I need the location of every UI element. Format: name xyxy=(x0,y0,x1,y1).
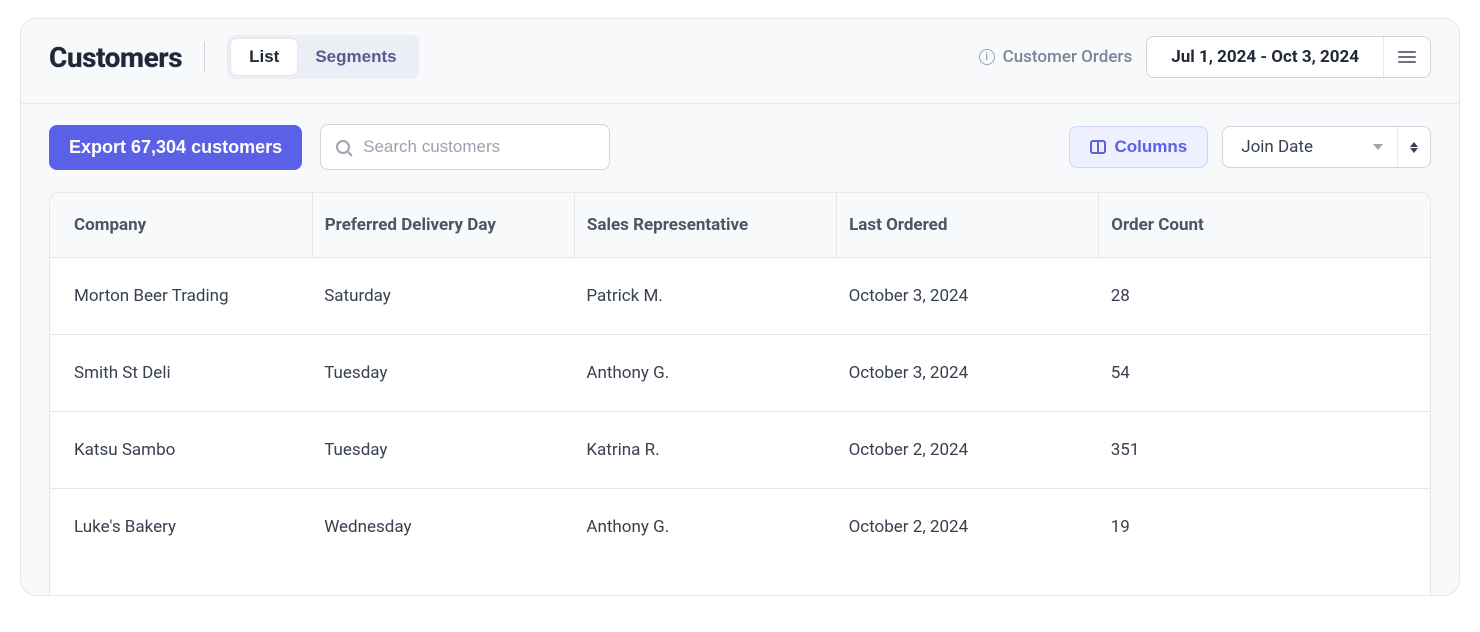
col-company[interactable]: Company xyxy=(50,193,312,258)
columns-label: Columns xyxy=(1114,137,1187,157)
date-range-button[interactable]: Jul 1, 2024 - Oct 3, 2024 xyxy=(1147,37,1383,77)
view-tabs: List Segments xyxy=(227,35,418,79)
search-icon xyxy=(336,140,350,154)
cell-rep: Anthony G. xyxy=(574,489,836,566)
cell-count: 54 xyxy=(1099,335,1430,412)
cell-rep: Katrina R. xyxy=(574,412,836,489)
table-row[interactable]: Morton Beer TradingSaturdayPatrick M.Oct… xyxy=(50,258,1430,335)
table-header-row: Company Preferred Delivery Day Sales Rep… xyxy=(50,193,1430,258)
table-row[interactable]: Luke's BakeryWednesdayAnthony G.October … xyxy=(50,489,1430,566)
cell-day: Tuesday xyxy=(312,412,574,489)
date-range-control: Jul 1, 2024 - Oct 3, 2024 xyxy=(1146,36,1431,78)
columns-button[interactable]: Columns xyxy=(1069,126,1208,168)
header-right: i Customer Orders Jul 1, 2024 - Oct 3, 2… xyxy=(979,36,1431,78)
cell-company: Morton Beer Trading xyxy=(50,258,312,335)
cell-last: October 2, 2024 xyxy=(837,412,1099,489)
cell-count: 19 xyxy=(1099,489,1430,566)
col-sales-rep[interactable]: Sales Representative xyxy=(574,193,836,258)
cell-count: 28 xyxy=(1099,258,1430,335)
customers-panel: Customers List Segments i Customer Order… xyxy=(20,18,1460,596)
sort-label-text: Join Date xyxy=(1241,137,1313,157)
toolbar-right: Columns Join Date xyxy=(1069,126,1431,168)
panel-header: Customers List Segments i Customer Order… xyxy=(21,19,1459,104)
date-range-menu-button[interactable] xyxy=(1383,37,1430,77)
cell-day: Tuesday xyxy=(312,335,574,412)
toolbar: Export 67,304 customers Columns Join Dat… xyxy=(21,104,1459,192)
cell-rep: Patrick M. xyxy=(574,258,836,335)
divider xyxy=(204,42,205,72)
cell-company: Luke's Bakery xyxy=(50,489,312,566)
table-row[interactable]: Katsu SamboTuesdayKatrina R.October 2, 2… xyxy=(50,412,1430,489)
sort-control: Join Date xyxy=(1222,126,1431,168)
table-row[interactable]: Smith St DeliTuesdayAnthony G.October 3,… xyxy=(50,335,1430,412)
chevron-down-icon xyxy=(1373,144,1383,150)
sort-down-icon xyxy=(1410,148,1418,153)
list-icon xyxy=(1398,51,1416,63)
columns-icon xyxy=(1090,140,1106,154)
customers-table-wrap: Company Preferred Delivery Day Sales Rep… xyxy=(49,192,1431,595)
orders-meta: i Customer Orders xyxy=(979,47,1133,67)
sort-dropdown[interactable]: Join Date xyxy=(1223,127,1397,167)
customers-table: Company Preferred Delivery Day Sales Rep… xyxy=(50,193,1430,565)
cell-last: October 2, 2024 xyxy=(837,489,1099,566)
export-button[interactable]: Export 67,304 customers xyxy=(49,125,302,170)
info-icon: i xyxy=(979,49,995,65)
cell-count: 351 xyxy=(1099,412,1430,489)
cell-last: October 3, 2024 xyxy=(837,258,1099,335)
col-last-ordered[interactable]: Last Ordered xyxy=(837,193,1099,258)
search-input[interactable] xyxy=(320,124,610,170)
cell-company: Katsu Sambo xyxy=(50,412,312,489)
cell-company: Smith St Deli xyxy=(50,335,312,412)
col-order-count[interactable]: Order Count xyxy=(1099,193,1430,258)
orders-label: Customer Orders xyxy=(1003,47,1133,67)
search-wrap xyxy=(320,124,610,170)
cell-day: Wednesday xyxy=(312,489,574,566)
sort-up-icon xyxy=(1410,142,1418,147)
tab-segments[interactable]: Segments xyxy=(297,39,414,75)
cell-rep: Anthony G. xyxy=(574,335,836,412)
col-delivery-day[interactable]: Preferred Delivery Day xyxy=(312,193,574,258)
page-title: Customers xyxy=(49,41,182,74)
sort-direction-button[interactable] xyxy=(1397,127,1430,167)
cell-last: October 3, 2024 xyxy=(837,335,1099,412)
tab-list[interactable]: List xyxy=(231,39,297,75)
cell-day: Saturday xyxy=(312,258,574,335)
